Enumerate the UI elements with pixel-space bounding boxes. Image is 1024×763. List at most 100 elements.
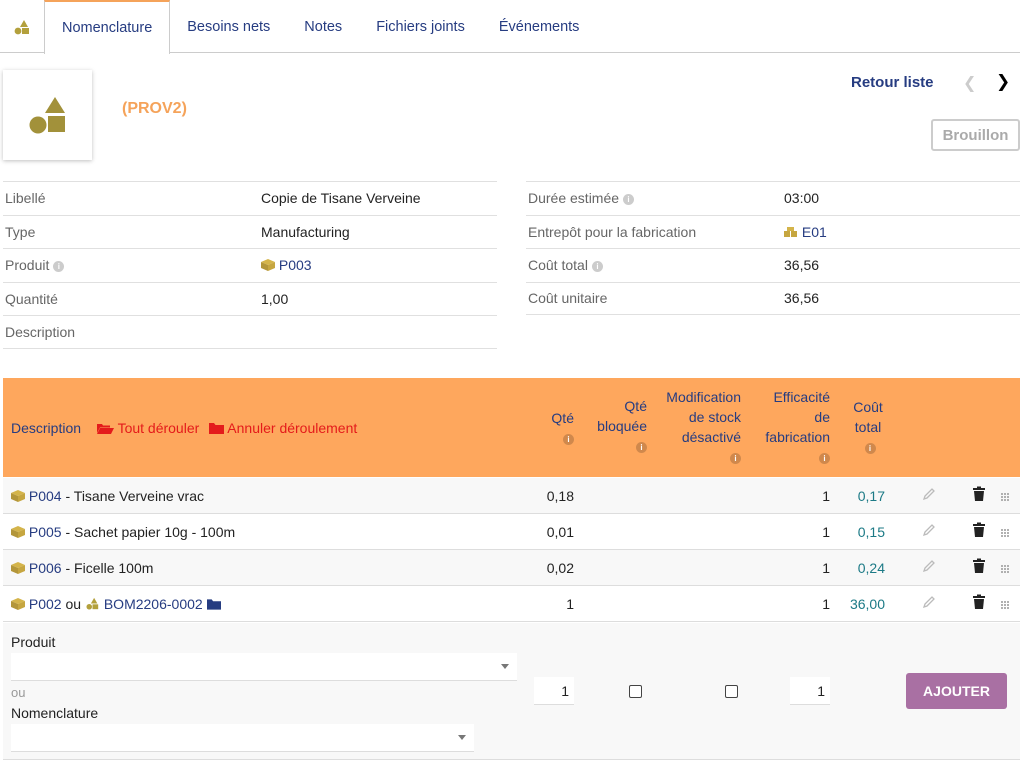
- warehouse-link[interactable]: E01: [784, 224, 827, 240]
- efficiency-input[interactable]: 1: [790, 677, 830, 705]
- line-description: P002 ou BOM2206-0002: [11, 596, 221, 612]
- line-description: P005 - Sachet papier 10g - 100m: [11, 524, 235, 540]
- col-efficiency-header: Efficacité de fabrication i: [765, 389, 830, 464]
- tab-nomenclature[interactable]: Nomenclature: [44, 0, 171, 54]
- bom-shapes-icon: [86, 597, 99, 610]
- expand-all-link[interactable]: Tout dérouler: [96, 420, 203, 436]
- line-description: P004 - Tisane Verveine vrac: [11, 488, 204, 504]
- field-value: 36,56: [784, 290, 820, 307]
- edit-pencil-icon[interactable]: [921, 486, 937, 505]
- line-efficiency: 1: [822, 560, 830, 576]
- product-label: Produit: [11, 634, 56, 650]
- qty-blocked-checkbox[interactable]: [629, 685, 642, 698]
- table-row[interactable]: P005 - Sachet papier 10g - 100m 0,01 1 0…: [3, 514, 1020, 550]
- product-ref-link[interactable]: P004: [29, 488, 62, 504]
- line-description: P006 - Ficelle 100m: [11, 560, 153, 576]
- field-description-row: Description: [3, 315, 497, 349]
- line-qty: 1: [566, 596, 574, 612]
- tab-bar: Nomenclature Besoins nets Notes Fichiers…: [0, 0, 1020, 54]
- field-label: Durée estimée i: [526, 190, 784, 206]
- tab-fichiers-joints[interactable]: Fichiers joints: [359, 0, 482, 53]
- table-row[interactable]: P006 - Ficelle 100m 0,02 1 0,24: [3, 550, 1020, 586]
- tab-besoins-nets[interactable]: Besoins nets: [170, 0, 287, 53]
- field-label: Quantité: [5, 290, 58, 307]
- line-efficiency: 1: [822, 596, 830, 612]
- bom-shapes-icon: [29, 97, 65, 134]
- bom-module-icon[interactable]: [0, 0, 44, 53]
- info-icon[interactable]: i: [623, 194, 635, 206]
- lines-table-header: Description Tout dérouler Annuler déroul…: [3, 378, 1020, 477]
- delete-trash-icon[interactable]: [972, 558, 986, 577]
- field-value: 03:00: [784, 190, 820, 207]
- tab-notes[interactable]: Notes: [287, 0, 359, 53]
- drag-handle-icon[interactable]: [1000, 597, 1010, 613]
- field-type-row: Type Manufacturing: [3, 214, 497, 249]
- info-icon[interactable]: i: [53, 261, 65, 273]
- col-total-cost-header: Coût total i: [853, 399, 883, 454]
- info-icon[interactable]: i: [864, 442, 876, 454]
- fields-right: Durée estimée i 03:00 Entrepôt pour la fa…: [526, 181, 1020, 315]
- info-icon[interactable]: i: [819, 452, 830, 464]
- delete-trash-icon[interactable]: [972, 594, 986, 613]
- delete-trash-icon[interactable]: [972, 486, 986, 505]
- stock-change-disabled-checkbox[interactable]: [725, 685, 738, 698]
- product-box-icon: [11, 598, 25, 610]
- chevron-down-icon: [458, 735, 466, 740]
- field-label: Coût unitaire: [528, 290, 608, 307]
- drag-handle-icon[interactable]: [1000, 525, 1010, 541]
- product-box-icon: [261, 259, 275, 272]
- tab-evenements[interactable]: Événements: [482, 0, 597, 53]
- product-box-icon: [11, 490, 25, 502]
- line-qty: 0,18: [546, 488, 574, 504]
- status-badge: Brouillon: [931, 119, 1020, 151]
- line-cost: 36,00: [849, 596, 885, 612]
- edit-pencil-icon[interactable]: [921, 522, 937, 541]
- field-label: Entrepôt pour la fabrication: [528, 223, 697, 240]
- or-label: ou: [11, 685, 26, 700]
- next-record-chevron-icon[interactable]: ❯: [996, 72, 1010, 92]
- field-duration-row: Durée estimée i 03:00: [526, 181, 1020, 215]
- previous-record-chevron-icon[interactable]: ❮: [963, 73, 976, 93]
- line-cost: 0,15: [857, 524, 885, 540]
- bom-select[interactable]: [11, 724, 474, 752]
- field-label: Produit i: [3, 257, 261, 273]
- line-qty: 0,01: [546, 524, 574, 540]
- qty-input[interactable]: 1: [534, 677, 574, 705]
- fields-left: Libellé Copie de Tisane Verveine Type Ma…: [3, 181, 497, 349]
- field-quantity-row: Quantité 1,00: [3, 281, 497, 316]
- drag-handle-icon[interactable]: [1000, 489, 1010, 505]
- field-label: Libellé: [5, 190, 46, 207]
- info-icon[interactable]: i: [730, 452, 741, 464]
- table-row[interactable]: P004 - Tisane Verveine vrac 0,18 1 0,17: [3, 478, 1020, 514]
- field-value: 36,56: [784, 257, 820, 274]
- info-icon[interactable]: i: [636, 441, 647, 453]
- product-link[interactable]: P003: [261, 257, 312, 273]
- folder-icon[interactable]: [206, 599, 221, 610]
- product-ref-link[interactable]: P006: [29, 560, 62, 576]
- edit-pencil-icon[interactable]: [921, 558, 937, 577]
- line-cost: 0,17: [857, 488, 885, 504]
- bom-ref-link[interactable]: BOM2206-0002: [104, 596, 203, 612]
- field-warehouse-row: Entrepôt pour la fabrication E01: [526, 214, 1020, 249]
- warehouse-boxes-icon: [784, 226, 797, 237]
- collapse-all-link[interactable]: Annuler déroulement: [209, 420, 357, 436]
- drag-handle-icon[interactable]: [1000, 561, 1010, 577]
- product-ref-link[interactable]: P002: [29, 596, 62, 612]
- col-description-header: Description Tout dérouler Annuler déroul…: [11, 420, 358, 436]
- bom-picture: [3, 70, 92, 160]
- info-icon[interactable]: i: [563, 433, 574, 445]
- add-line-button[interactable]: AJOUTER: [906, 673, 1007, 709]
- line-efficiency: 1: [822, 488, 830, 504]
- field-unit-cost-row: Coût unitaire 36,56: [526, 281, 1020, 315]
- field-value: 1,00: [261, 290, 289, 307]
- table-row[interactable]: P002 ou BOM2206-0002 1 1 36,00: [3, 586, 1020, 622]
- back-to-list-link[interactable]: Retour liste: [851, 74, 934, 91]
- delete-trash-icon[interactable]: [972, 522, 986, 541]
- info-icon[interactable]: i: [591, 261, 603, 273]
- product-select[interactable]: [11, 653, 517, 681]
- product-ref-link[interactable]: P005: [29, 524, 62, 540]
- edit-pencil-icon[interactable]: [921, 594, 937, 613]
- field-value: Copie de Tisane Verveine: [261, 190, 421, 207]
- field-total-cost-row: Coût total i 36,56: [526, 248, 1020, 282]
- folder-open-icon: [96, 424, 114, 434]
